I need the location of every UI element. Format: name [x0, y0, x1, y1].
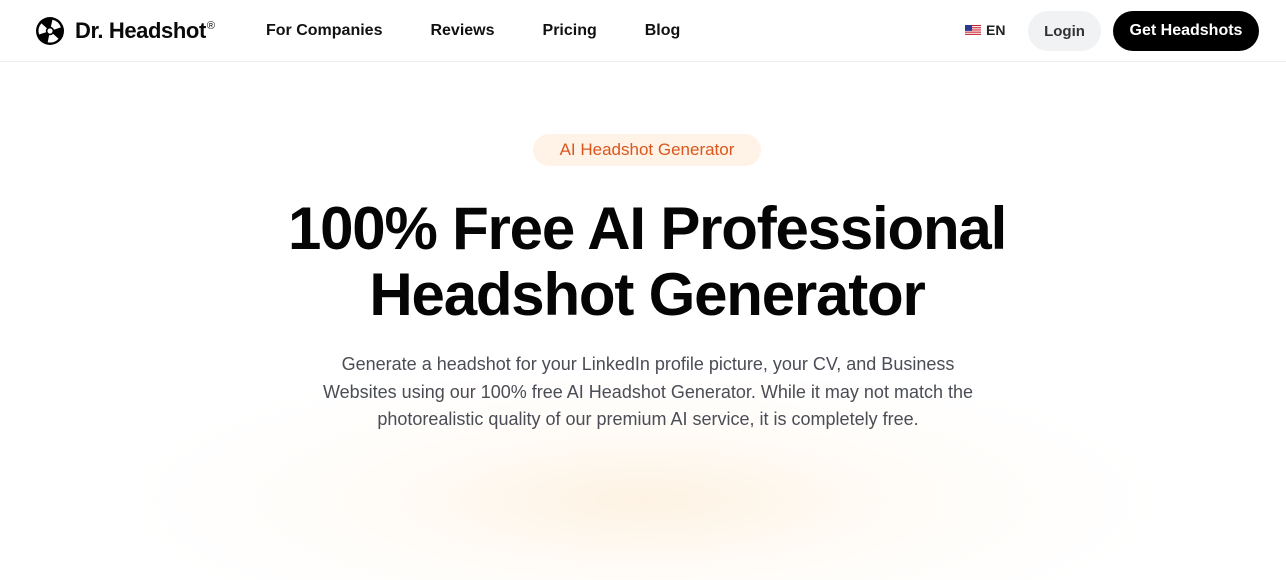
nav-link-blog[interactable]: Blog	[645, 21, 681, 41]
us-flag-icon	[965, 24, 981, 36]
nav-link-for-companies[interactable]: For Companies	[266, 21, 382, 41]
language-selector[interactable]: EN	[965, 22, 1005, 38]
brand-logo[interactable]: Dr. Headshot®	[35, 16, 215, 46]
site-header: Dr. Headshot® For Companies Reviews Pric…	[0, 0, 1286, 62]
nav-link-pricing[interactable]: Pricing	[543, 21, 597, 41]
hero-subtitle: Generate a headshot for your LinkedIn pr…	[322, 354, 973, 429]
login-button[interactable]: Login	[1028, 11, 1101, 51]
brand-name: Dr. Headshot®	[75, 18, 215, 43]
hero-badge: AI Headshot Generator	[533, 134, 761, 166]
main-nav: For Companies Reviews Pricing Blog	[266, 21, 728, 41]
language-label: EN	[986, 22, 1006, 38]
hero-title-line-2: Headshot Generator	[369, 261, 925, 328]
aperture-icon	[36, 17, 64, 45]
get-headshots-button[interactable]: Get Headshots	[1113, 11, 1259, 51]
hero-title: 100% Free AI Professional Headshot Gener…	[143, 196, 1151, 328]
hero-title-line-1: 100% Free AI Professional	[287, 195, 1007, 262]
nav-link-reviews[interactable]: Reviews	[430, 21, 494, 41]
registered-mark: ®	[206, 20, 215, 32]
